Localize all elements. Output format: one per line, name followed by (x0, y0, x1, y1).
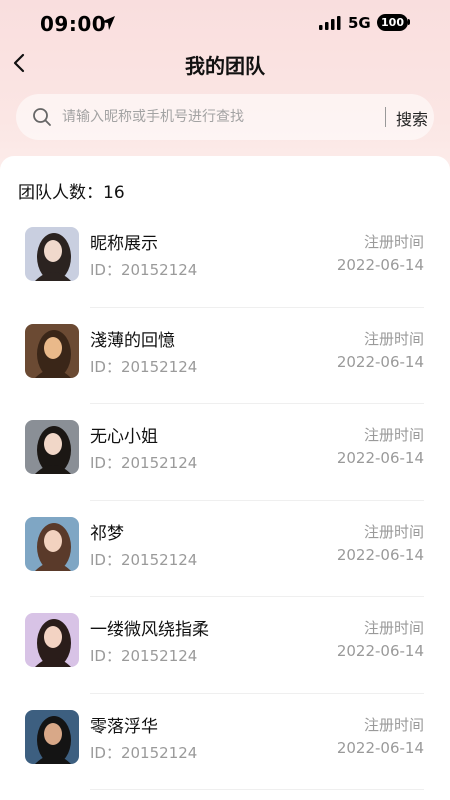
member-id: ID：20152124 (90, 454, 198, 472)
register-date: 2022-06-14 (336, 449, 424, 467)
register-time-label: 注册时间 (363, 329, 424, 348)
member-list: 昵称展示 ID：20152124 注册时间 2022-06-14 淺薄的回憶 I… (0, 211, 450, 790)
member-list-item[interactable]: 一缕微风绕指柔 ID：20152124 注册时间 2022-06-14 (0, 597, 450, 694)
location-arrow-icon (101, 16, 115, 30)
register-time-label: 注册时间 (363, 715, 424, 734)
divider (90, 789, 424, 790)
member-id: ID：20152124 (90, 550, 198, 569)
member-list-item[interactable]: 零落浮华 ID：20152124 注册时间 2022-06-14 (0, 694, 450, 790)
team-count: 团队人数：16 (18, 183, 125, 203)
member-nickname: 零落浮华 (90, 716, 158, 737)
member-nickname: 淺薄的回憶 (90, 330, 175, 351)
avatar (25, 227, 79, 281)
status-bar: 09:00 5G 100 (0, 0, 450, 46)
member-id: ID：20152124 (90, 647, 198, 665)
team-card: 团队人数：16 昵称展示 ID：20152124 注册时间 2022-06-14 (0, 156, 450, 800)
search-divider (385, 107, 386, 127)
battery-icon: 100 (377, 14, 408, 31)
register-time-label: 注册时间 (363, 522, 424, 541)
member-list-item[interactable]: 祁梦 ID：20152124 注册时间 2022-06-14 (0, 501, 450, 597)
search-input[interactable] (62, 102, 362, 132)
search-icon (33, 108, 51, 126)
battery-tip (408, 19, 410, 25)
avatar (25, 323, 79, 378)
member-nickname: 一缕微风绕指柔 (90, 620, 209, 640)
search-button[interactable]: 搜索 (396, 106, 428, 130)
avatar (25, 516, 79, 571)
avatar (25, 709, 79, 764)
member-id: ID：20152124 (90, 261, 198, 279)
member-id: ID：20152124 (90, 743, 198, 762)
search-bar: 搜索 (16, 94, 434, 140)
member-nickname: 无心小姐 (90, 427, 158, 447)
register-time-label: 注册时间 (363, 426, 424, 444)
register-time-label: 注册时间 (363, 619, 424, 637)
network-label: 5G (348, 14, 371, 32)
register-time-label: 注册时间 (363, 233, 424, 251)
member-nickname: 昵称展示 (90, 234, 158, 254)
member-list-item[interactable]: 昵称展示 ID：20152124 注册时间 2022-06-14 (0, 211, 450, 308)
register-date: 2022-06-14 (336, 642, 424, 660)
member-list-item[interactable]: 无心小姐 ID：20152124 注册时间 2022-06-14 (0, 404, 450, 501)
avatar (25, 420, 79, 474)
register-date: 2022-06-14 (336, 352, 424, 371)
register-date: 2022-06-14 (336, 545, 424, 564)
member-list-item[interactable]: 淺薄的回憶 ID：20152124 注册时间 2022-06-14 (0, 308, 450, 404)
member-nickname: 祁梦 (90, 523, 124, 544)
nav-bar: 我的团队 (0, 44, 450, 84)
register-date: 2022-06-14 (336, 738, 424, 757)
status-time: 09:00 (40, 12, 107, 36)
register-date: 2022-06-14 (336, 256, 424, 274)
page-title: 我的团队 (185, 54, 265, 78)
avatar (25, 613, 79, 667)
signal-icon (319, 16, 341, 30)
member-id: ID：20152124 (90, 357, 198, 376)
